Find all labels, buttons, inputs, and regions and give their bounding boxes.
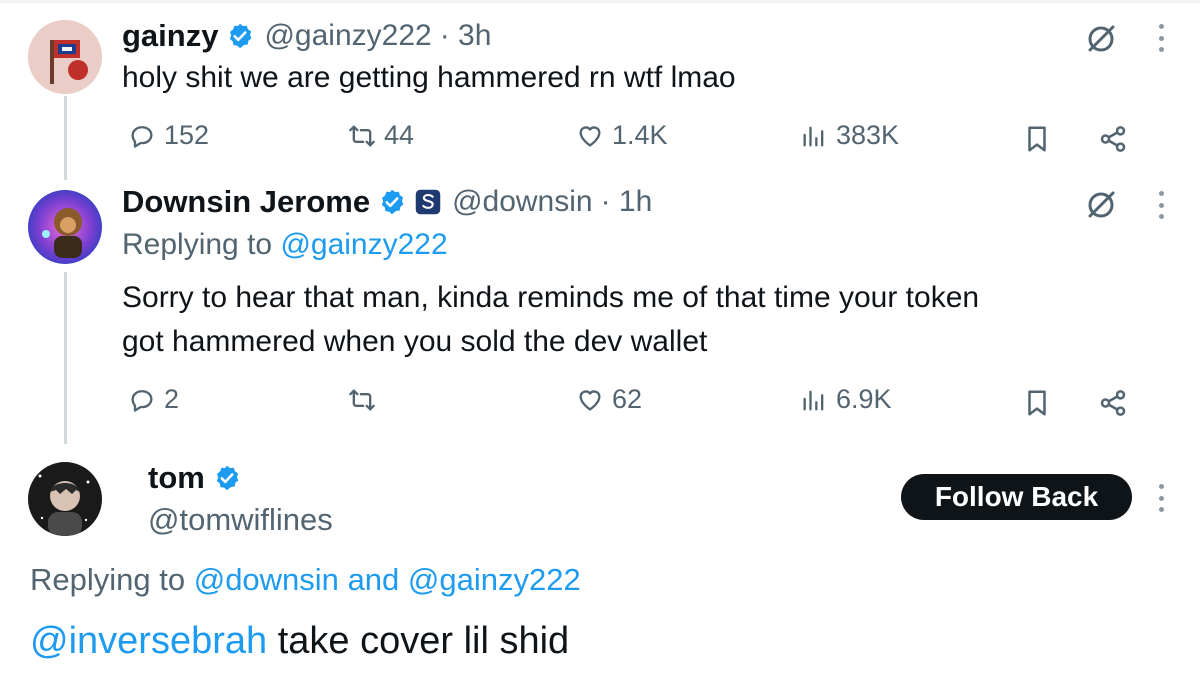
affiliate-badge-icon: [415, 189, 441, 215]
more-icon[interactable]: [1157, 191, 1165, 219]
tweet3-display-name[interactable]: tom: [148, 460, 205, 496]
share-button[interactable]: [1098, 388, 1128, 418]
mention-link[interactable]: @inversebrah: [30, 620, 267, 662]
reply-count: 152: [164, 120, 210, 150]
like-icon: [579, 125, 601, 146]
tweet1-text: holy shit we are getting hammered rn wtf…: [122, 61, 736, 94]
bookmark-icon: [1028, 390, 1046, 416]
tweet1-header: gainzy @gainzy222 · 3h: [122, 18, 491, 54]
reply-count: 2: [164, 384, 180, 414]
avatar-tom[interactable]: [28, 462, 102, 536]
replying-to-label: Replying to: [30, 562, 186, 597]
like-count: 1.4K: [612, 120, 668, 150]
bookmark-button[interactable]: [1022, 388, 1052, 418]
tweet3-header: tom: [148, 460, 241, 496]
tweet3-body: take cover lil shid: [277, 620, 570, 662]
tweet2-display-name[interactable]: Downsin Jerome: [122, 184, 370, 220]
replying-to-link[interactable]: @gainzy222: [280, 228, 447, 261]
repost-button[interactable]: 44: [348, 120, 414, 151]
repost-button[interactable]: [348, 386, 376, 414]
avatar-gainzy[interactable]: [28, 20, 102, 94]
share-icon: [1100, 126, 1126, 152]
repost-icon: [349, 125, 375, 146]
like-button[interactable]: 1.4K: [576, 120, 668, 151]
like-count: 62: [612, 384, 643, 414]
share-button[interactable]: [1098, 124, 1128, 154]
verified-badge-icon: [381, 189, 404, 215]
tweet3-text: @inversebrah take cover lil shid: [30, 620, 569, 663]
reply-button[interactable]: 152: [128, 120, 209, 151]
like-icon: [579, 389, 601, 410]
verified-badge-icon: [230, 23, 252, 49]
more-icon[interactable]: [1157, 484, 1165, 512]
repost-icon: [349, 389, 375, 411]
repost-count: 44: [384, 120, 415, 150]
tweet3-handle[interactable]: @tomwiflines: [148, 502, 333, 538]
views-icon: [803, 126, 824, 146]
tweet2-replying-to: Replying to @gainzy222: [122, 228, 448, 262]
follow-back-button[interactable]: Follow Back: [901, 474, 1132, 520]
replying-to-link-gainzy[interactable]: @gainzy222: [408, 562, 581, 597]
replying-to-and: and: [347, 562, 400, 597]
avatar-downsin[interactable]: [28, 190, 102, 264]
reply-icon: [131, 389, 153, 412]
bookmark-button[interactable]: [1022, 124, 1052, 154]
grok-icon[interactable]: [1084, 22, 1118, 56]
tweet2-text-line1: Sorry to hear that man, kinda reminds me…: [122, 281, 980, 314]
bookmark-icon: [1028, 126, 1046, 152]
tweet1-display-name[interactable]: gainzy: [122, 18, 218, 54]
thread-connector: [64, 96, 67, 180]
tweet3-replying-to: Replying to @downsin and @gainzy222: [30, 562, 581, 598]
replying-to-label: Replying to: [122, 228, 273, 261]
share-icon: [1100, 390, 1126, 416]
reply-icon: [131, 125, 153, 148]
reply-button[interactable]: 2: [128, 384, 179, 415]
views-icon: [803, 390, 824, 410]
tweet2-time[interactable]: · 1h: [601, 185, 653, 219]
views-count: 6.9K: [836, 384, 892, 414]
top-divider: [0, 0, 1200, 3]
tweet1-time[interactable]: · 3h: [440, 19, 492, 53]
views-button[interactable]: 383K: [800, 120, 899, 151]
views-count: 383K: [836, 120, 900, 150]
tweet2-header: Downsin Jerome @downsin · 1h: [122, 184, 652, 220]
tweet1-handle[interactable]: @gainzy222: [264, 19, 431, 53]
like-button[interactable]: 62: [576, 384, 642, 415]
thread-connector: [64, 272, 67, 444]
tweet2-text-line2: got hammered when you sold the dev walle…: [122, 325, 708, 358]
verified-badge-icon: [216, 465, 239, 491]
more-icon[interactable]: [1157, 24, 1165, 52]
views-button[interactable]: 6.9K: [800, 384, 892, 415]
grok-icon[interactable]: [1084, 188, 1118, 222]
replying-to-link-downsin[interactable]: @downsin: [194, 562, 339, 597]
tweet2-handle[interactable]: @downsin: [452, 185, 593, 219]
